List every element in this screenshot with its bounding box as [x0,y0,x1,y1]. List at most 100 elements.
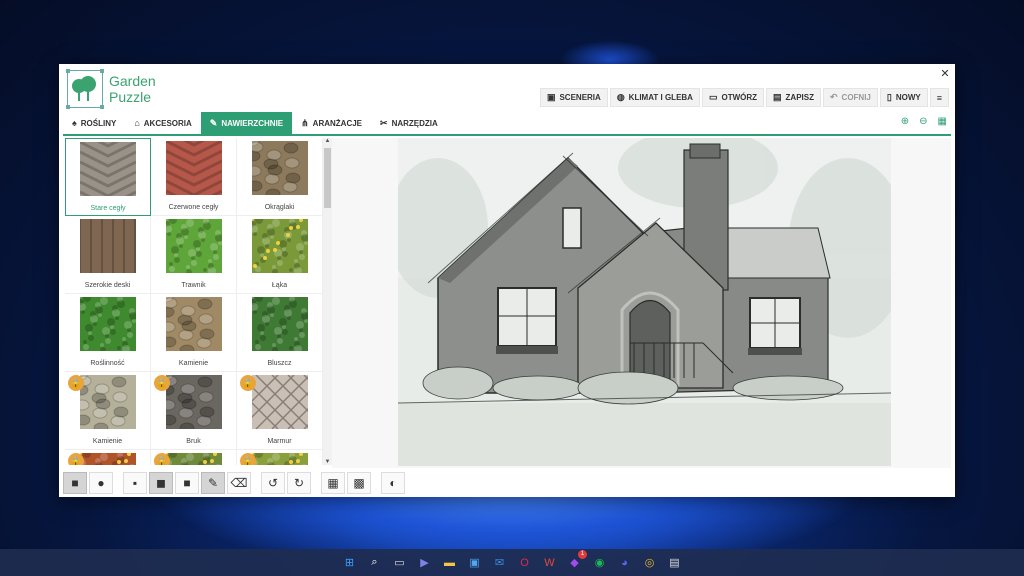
scroll-thumb[interactable] [324,148,331,208]
texture-swatch-meadow [249,216,309,275]
close-icon[interactable]: ✕ [939,68,951,80]
brush-icon: ✎ [209,117,218,128]
texture-label: Stare cegły [90,205,126,212]
texture-label: Szerokie deski [84,282,131,289]
texture-label: Trawnik [181,282,206,289]
messenger-icon-glyph: ◆ [570,557,579,569]
office-icon[interactable]: W [540,553,559,572]
square-shape-icon: ■ [71,476,79,490]
zoom-out-icon[interactable]: ⊖ [919,116,927,127]
design-canvas[interactable] [332,138,951,468]
texture-item[interactable]: Kamienie 🔒 [65,369,151,450]
spotify-icon[interactable]: ◉ [590,553,609,572]
square-shape-button[interactable]: ■ [63,472,87,494]
texture-swatch-flowers-yellow [249,450,308,465]
tab-2[interactable]: ✎ NAWIERZCHNIE [200,112,293,134]
paint-brush-button[interactable]: ✎ [201,472,225,494]
texture-label: Roślinność [90,360,125,367]
undo-button[interactable]: ↺ [261,472,285,494]
teams-chat-icon[interactable]: ▶ [415,553,434,572]
texture-label: Kamienie [178,360,209,367]
lock-icon: 🔒 [68,375,84,391]
scroll-up-icon[interactable]: ▲ [323,138,332,144]
contrast-button[interactable]: ◐ [381,472,405,494]
zoom-in-icon[interactable]: ⊕ [901,116,909,127]
eraser-button[interactable]: ⌫ [227,472,251,494]
texture-swatch-flowers-mixed [163,450,222,465]
zapisz-button[interactable]: ▤ ZAPISZ [766,88,821,107]
texture-item[interactable]: 🔒 [151,450,237,465]
texture-swatch-flowers-red [77,450,136,465]
texture-label: Bruk [186,438,201,445]
image-icon: ▣ [546,92,556,102]
texture-item[interactable]: Łąka [237,216,323,294]
texture-swatch-cobble-brown [244,138,308,200]
grid-small-icon: ▦ [327,476,339,490]
undo-icon: ↺ [267,476,279,490]
app-name-line2: Puzzle [109,89,152,105]
brush-small-button[interactable]: ▪ [123,472,147,494]
task-view-icon-glyph: ▭ [394,557,405,569]
texture-swatch-stone-wall [72,369,136,434]
lock-icon: 🔒 [240,453,256,465]
texture-item[interactable]: Okrąglaki [237,138,323,216]
brush-large-button[interactable]: ■ [175,472,199,494]
lock-icon: 🔒 [68,453,84,465]
texture-item[interactable]: Roślinność [65,294,151,372]
texture-item[interactable]: Szerokie deski [65,216,151,294]
tab-0[interactable]: ♠ ROŚLINY [63,112,125,134]
calendar-icon[interactable]: ▦ [938,116,947,127]
file-explorer-icon[interactable]: ▬ [440,553,459,572]
brush-medium-button[interactable]: ◼ [149,472,173,494]
house-sketch[interactable] [398,138,891,466]
tab-label: NAWIERZCHNIE [221,118,284,128]
globe-icon: ◍ [616,92,625,102]
search-icon[interactable]: ⌕ [365,553,384,572]
texture-scrollbar[interactable]: ▲ ▼ [323,138,332,465]
texture-item[interactable]: Trawnik [151,216,237,294]
texture-item[interactable]: 🔒 [237,450,323,465]
texture-item[interactable]: Bluszcz [237,294,323,372]
menu-icon: ≡ [936,92,942,103]
scroll-down-icon[interactable]: ▼ [323,459,332,465]
messenger-icon[interactable]: ◆ 1 [565,550,587,572]
cofnij-button[interactable]: ↶ COFNIJ [823,88,878,107]
top-action-bar: ▣ SCENERIA ◍ KLIMAT I GLEBA ▭ OTWÓRZ ▤ ZAPISZ ↶ C… [539,88,949,107]
undo-icon: ↶ [830,92,838,102]
klimat-i-gleba-button[interactable]: ◍ KLIMAT I GLEBA [609,88,700,107]
texture-item[interactable]: Marmur 🔒 [222,372,323,450]
opera-icon[interactable]: O [515,553,534,572]
tab-3[interactable]: ⋔ ARANŻACJE [292,112,371,134]
task-view-icon[interactable]: ▭ [390,553,409,572]
drawing-toolbar: ■ ● ▪ ◼ ■ ✎ ⌫ ↺ ↻ ▦ ▩ ◐ [63,471,405,495]
menu-button[interactable]: ≡ [929,88,949,107]
discord-icon-glyph: ◕ [621,556,628,569]
teams-chat-icon-glyph: ▶ [420,557,429,569]
windows-start-icon[interactable]: ⊞ [340,553,359,572]
texture-swatch-grass [163,216,223,275]
texture-item[interactable]: Stare cegły [65,138,151,216]
nodes-icon: ⋔ [301,117,309,128]
grid-small-button[interactable]: ▦ [321,472,345,494]
texture-item[interactable]: Bruk 🔒 [151,369,237,450]
top-action-label: OTWÓRZ [721,93,758,102]
sceneria-button[interactable]: ▣ SCENERIA [539,88,608,107]
texture-item[interactable]: Kamienie [151,291,237,372]
nowy-button[interactable]: ▯ NOWY [879,88,928,107]
garden-puzzle-taskbar-icon[interactable]: ▤ [665,553,684,572]
otwórz-button[interactable]: ▭ OTWÓRZ [701,88,765,107]
tab-4[interactable]: ✂ NARZĘDZIA [371,112,447,134]
lock-icon: 🔒 [154,453,170,465]
grid-large-button[interactable]: ▩ [347,472,371,494]
mail-icon[interactable]: ✉ [490,553,509,572]
lock-icon: 🔒 [154,375,170,391]
store-icon[interactable]: ▣ [465,553,484,572]
paint-brush-icon: ✎ [207,476,219,490]
tab-1[interactable]: ⌂ AKCESORIA [125,112,200,134]
redo-button[interactable]: ↻ [287,472,311,494]
circle-shape-button[interactable]: ● [89,472,113,494]
discord-icon[interactable]: ◕ [615,553,634,572]
chrome-icon[interactable]: ◎ [640,553,659,572]
texture-item[interactable]: 🔒 [65,450,151,465]
texture-item[interactable]: Czerwone cegły [151,138,237,216]
